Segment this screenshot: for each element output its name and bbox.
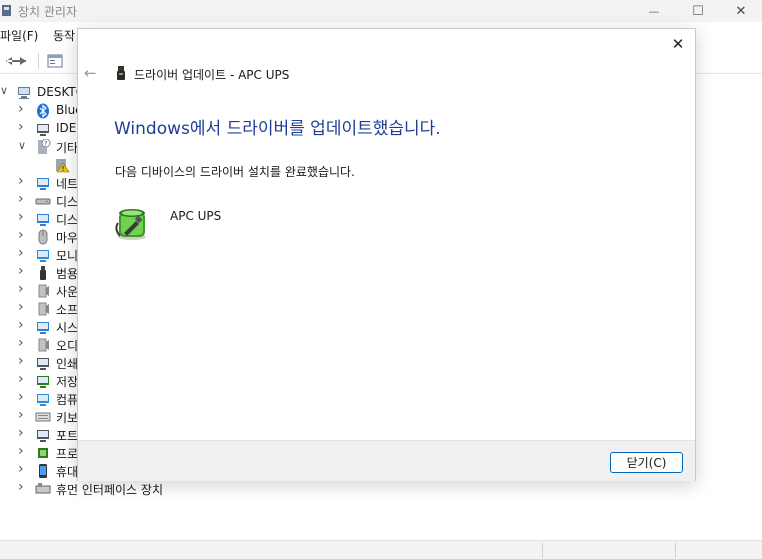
chevron-right-icon[interactable]: › [18,371,30,387]
tree-item-label: 모니 [56,249,79,263]
tree-item-label: 디스 [56,195,79,209]
forward-arrow-icon[interactable] [14,52,32,70]
device-name: APC UPS [170,209,222,223]
menu-file[interactable]: 파일(F) [0,27,38,44]
chevron-right-icon[interactable]: › [18,263,30,279]
chevron-right-icon[interactable]: › [18,209,30,225]
port-icon [37,430,49,442]
chevron-right-icon[interactable]: › [18,353,30,369]
status-separator [675,543,676,558]
chevron-right-icon[interactable]: › [18,101,30,117]
maximize-button[interactable]: ☐ [675,0,721,22]
unknown-device-warning-icon [56,159,70,173]
close-icon: ✕ [671,35,685,53]
software-device-icon [38,302,49,316]
tree-item-label: IDE [56,121,77,135]
bluetooth-icon [37,103,49,119]
close-icon: ✕ [735,3,747,19]
chevron-right-icon[interactable]: › [18,119,30,135]
menu-action[interactable]: 동작 [53,27,75,44]
audio-icon [38,284,49,298]
tree-item-label: 마우 [56,231,79,245]
mouse-icon [38,229,48,245]
chevron-right-icon[interactable]: › [18,407,30,423]
dialog-footer: 닫기(C) [78,440,695,481]
status-separator [542,543,543,558]
usb-device-icon [117,66,125,80]
tree-item-label: 프로 [56,447,79,461]
dialog-message: 다음 디바이스의 드라이버 설치를 완료했습니다. [115,165,355,179]
hid-icon [35,483,51,494]
portable-device-icon [39,464,47,478]
status-bar [0,540,762,559]
disk-drive-icon [35,198,51,205]
tree-item-label: 저장 [56,375,79,389]
chevron-down-icon[interactable]: ∨ [0,84,8,97]
dialog-header-title: 드라이버 업데이트 - APC UPS [134,68,290,82]
svg-text:?: ? [44,141,47,148]
system-device-icon [37,322,49,334]
tree-item-label: 기타 [56,141,79,155]
dialog-heading: Windows에서 드라이버를 업데이트했습니다. [114,119,441,139]
chevron-right-icon[interactable]: › [18,299,30,315]
tree-category-item[interactable]: › 휴먼 인터페이스 장치 [0,479,300,498]
chevron-right-icon[interactable]: › [18,389,30,405]
computer-icon [37,394,49,406]
audio-io-icon [38,338,49,352]
chevron-right-icon[interactable]: › [18,425,30,441]
tree-item-label: 네트 [56,177,79,191]
title-bar: 장치 관리자 — ☐ ✕ [0,0,762,22]
chevron-right-icon[interactable]: › [18,317,30,333]
chevron-right-icon[interactable]: › [18,461,30,477]
tree-item-label: 사운 [56,285,79,299]
chevron-right-icon[interactable]: › [18,281,30,297]
keyboard-icon [35,412,51,422]
computer-icon [18,87,30,99]
tree-item-label: 인쇄 [56,357,79,371]
network-adapter-icon [37,178,49,190]
tree-item-label: 시스 [56,321,79,335]
toolbar-separator [38,53,39,69]
other-devices-icon: ? [38,139,51,154]
tree-item-label: 범용 [56,267,79,281]
chevron-right-icon[interactable]: › [18,191,30,207]
tree-item-label: 디스 [56,213,79,227]
chevron-right-icon[interactable]: › [18,173,30,189]
display-adapter-icon [37,214,49,226]
ide-controller-icon [37,124,49,136]
chevron-right-icon[interactable]: › [18,335,30,351]
processor-icon [38,448,48,458]
storage-controller-icon [37,376,49,388]
tree-item-label: 키보 [56,411,79,425]
tree-item-label: 오디 [56,339,79,353]
chevron-down-icon[interactable]: ∨ [18,139,30,155]
tree-item-label: 휴먼 인터페이스 장치 [56,483,163,497]
tree-item-label: 포트 [56,429,79,443]
device-manager-app-icon [2,5,11,16]
printer-icon [37,358,49,370]
chevron-right-icon[interactable]: › [18,227,30,243]
window-title: 장치 관리자 [18,5,78,19]
close-button[interactable]: 닫기(C) [610,452,683,473]
chevron-right-icon[interactable]: › [18,443,30,459]
usb-controller-icon [40,266,46,280]
window-close-button[interactable]: ✕ [718,0,762,22]
chevron-right-icon[interactable]: › [18,245,30,261]
dialog-close-x-button[interactable]: ✕ [667,33,689,55]
maximize-icon: ☐ [692,3,704,19]
properties-icon[interactable] [46,52,64,70]
monitor-icon [37,250,49,262]
battery-ups-icon [115,209,146,240]
tree-item-label: 소프 [56,303,79,317]
minimize-icon: — [648,4,660,18]
back-arrow-icon[interactable]: ← [84,64,100,82]
chevron-right-icon[interactable]: › [18,479,30,495]
tree-item-label: 컴퓨 [56,393,79,407]
minimize-button[interactable]: — [631,0,677,22]
update-driver-dialog: ✕ ← 드라이버 업데이트 - APC UPS Windows에서 드라이버를 … [77,28,696,481]
tree-item-label: 휴대 [56,465,79,479]
dialog-header: ← 드라이버 업데이트 - APC UPS [78,61,695,85]
